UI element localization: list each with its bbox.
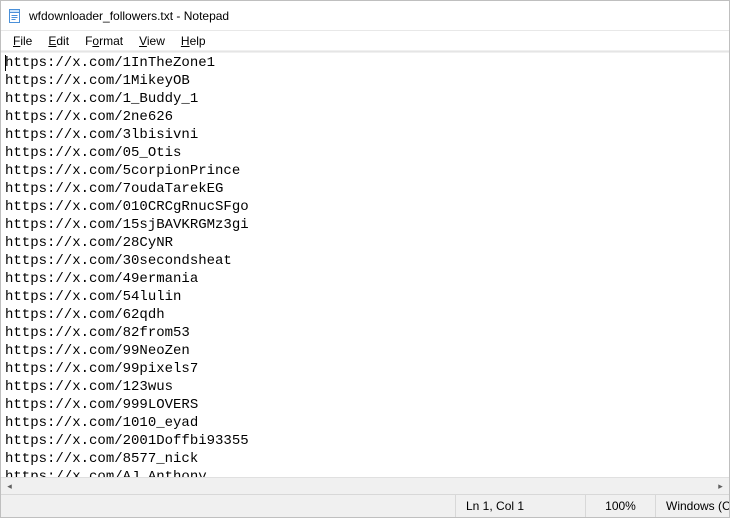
menu-help[interactable]: Help [173,32,214,50]
menu-view[interactable]: View [131,32,173,50]
titlebar[interactable]: wfdownloader_followers.txt - Notepad [1,1,729,31]
menu-format[interactable]: Format [77,32,131,50]
status-line-ending: Windows (CRLF) [655,495,729,517]
menu-view-rest: iew [147,34,165,48]
text-editor[interactable]: https://x.com/1InTheZone1 https://x.com/… [1,53,729,477]
editor-area: https://x.com/1InTheZone1 https://x.com/… [1,52,729,494]
scroll-track[interactable] [18,478,712,495]
menu-file[interactable]: File [5,32,40,50]
notepad-icon [7,8,23,24]
window-title: wfdownloader_followers.txt - Notepad [29,9,229,23]
statusbar: Ln 1, Col 1 100% Windows (CRLF) [1,494,729,517]
scroll-right-arrow-icon[interactable]: ▸ [712,478,729,495]
menu-format-rest: rmat [99,34,123,48]
menu-help-rest: elp [190,34,206,48]
notepad-window: wfdownloader_followers.txt - Notepad Fil… [0,0,730,518]
menu-edit[interactable]: Edit [40,32,77,50]
horizontal-scrollbar[interactable]: ◂ ▸ [1,477,729,494]
status-zoom: 100% [585,495,655,517]
scroll-left-arrow-icon[interactable]: ◂ [1,478,18,495]
status-cursor-position: Ln 1, Col 1 [455,495,585,517]
menu-file-rest: ile [20,34,32,48]
menu-edit-rest: dit [56,34,69,48]
menubar: File Edit Format View Help [1,31,729,51]
status-spacer [1,495,455,517]
